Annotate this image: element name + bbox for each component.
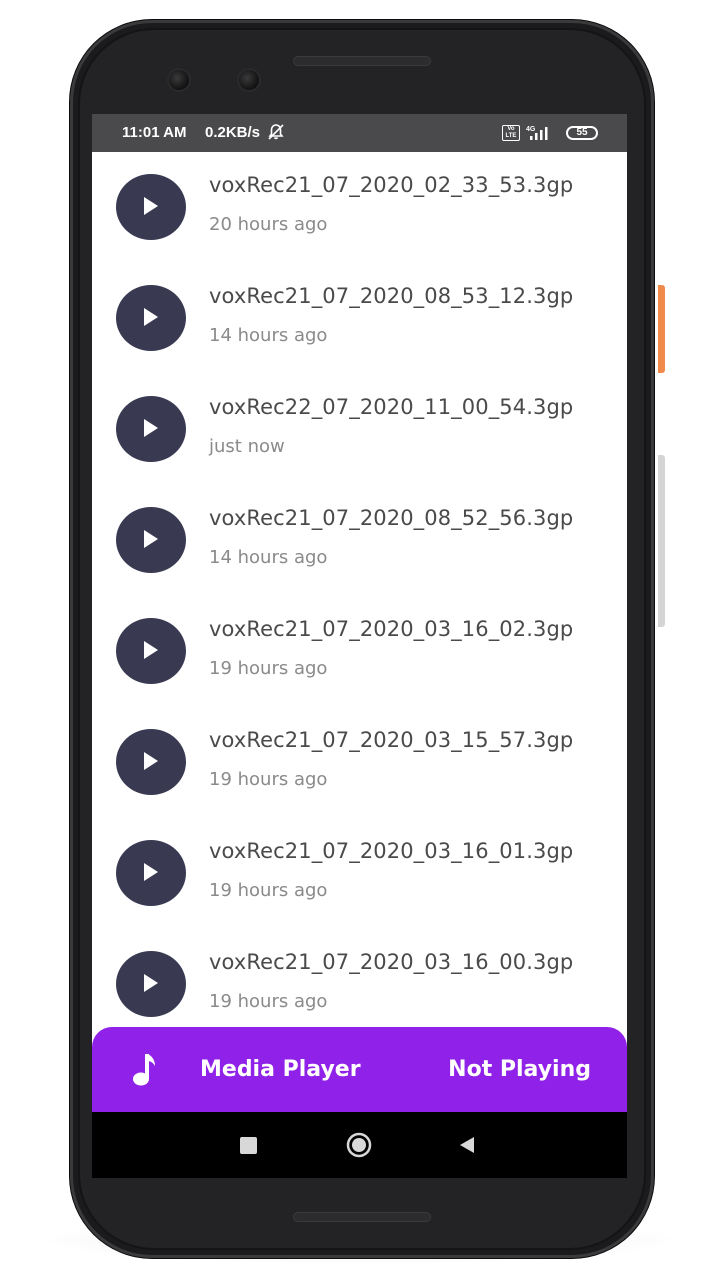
play-icon	[144, 197, 158, 215]
play-icon	[144, 308, 158, 326]
volte-icon: Vo LTE	[502, 125, 520, 141]
play-icon	[144, 641, 158, 659]
list-item[interactable]: voxRec21_07_2020_03_16_00.3gp 19 hours a…	[92, 929, 627, 1040]
list-item[interactable]: voxRec21_07_2020_02_33_53.3gp 20 hours a…	[92, 152, 627, 263]
notifications-off-icon	[267, 123, 285, 145]
signal-icon: 4G	[526, 124, 552, 146]
list-item[interactable]: voxRec21_07_2020_03_16_02.3gp 19 hours a…	[92, 596, 627, 707]
list-item[interactable]: voxRec21_07_2020_03_16_01.3gp 19 hours a…	[92, 818, 627, 929]
network-type-label: 4G	[526, 126, 536, 133]
play-button[interactable]	[116, 396, 186, 462]
recording-time: 19 hours ago	[209, 880, 328, 901]
music-note-icon	[131, 1052, 159, 1090]
bottom-speaker	[293, 1212, 431, 1222]
power-button	[658, 285, 665, 373]
play-button[interactable]	[116, 507, 186, 573]
recording-title: voxRec21_07_2020_08_52_56.3gp	[209, 506, 574, 530]
play-button[interactable]	[116, 840, 186, 906]
earpiece-speaker	[293, 56, 431, 66]
recording-title: voxRec21_07_2020_03_16_02.3gp	[209, 617, 574, 641]
playback-status: Not Playing	[448, 1057, 591, 1082]
recents-square-icon[interactable]	[240, 1137, 257, 1154]
recording-title: voxRec21_07_2020_03_16_01.3gp	[209, 839, 574, 863]
recording-title: voxRec21_07_2020_08_53_12.3gp	[209, 284, 574, 308]
recording-time: 14 hours ago	[209, 547, 328, 568]
play-button[interactable]	[116, 285, 186, 351]
play-button[interactable]	[116, 729, 186, 795]
recording-time: 19 hours ago	[209, 658, 328, 679]
recordings-list: voxRec21_07_2020_02_33_53.3gp 20 hours a…	[92, 152, 627, 1040]
front-sensor-icon	[239, 70, 259, 90]
home-circle-icon[interactable]	[346, 1132, 372, 1158]
media-player-bar[interactable]: Media Player Not Playing	[92, 1027, 627, 1112]
navigation-bar	[92, 1112, 627, 1178]
volume-button	[658, 455, 665, 627]
front-camera-icon	[169, 70, 189, 90]
recording-title: voxRec22_07_2020_11_00_54.3gp	[209, 395, 574, 419]
status-time: 11:01 AM	[122, 124, 187, 141]
recording-title: voxRec21_07_2020_03_15_57.3gp	[209, 728, 574, 752]
recording-time: 14 hours ago	[209, 325, 328, 346]
status-bar: 11:01 AM 0.2KB/s Vo LTE 4G 55	[92, 114, 627, 152]
play-button[interactable]	[116, 174, 186, 240]
status-network-speed: 0.2KB/s	[205, 124, 261, 141]
play-button[interactable]	[116, 951, 186, 1017]
recording-time: just now	[209, 436, 285, 457]
list-item[interactable]: voxRec21_07_2020_03_15_57.3gp 19 hours a…	[92, 707, 627, 818]
play-icon	[144, 419, 158, 437]
recording-time: 19 hours ago	[209, 991, 328, 1012]
battery-icon: 55	[566, 126, 598, 140]
play-icon	[144, 974, 158, 992]
app-screen: 11:01 AM 0.2KB/s Vo LTE 4G 55 voxRec21_0…	[92, 114, 627, 1178]
list-item[interactable]: voxRec21_07_2020_08_52_56.3gp 14 hours a…	[92, 485, 627, 596]
recording-time: 20 hours ago	[209, 214, 328, 235]
recording-time: 19 hours ago	[209, 769, 328, 790]
play-button[interactable]	[116, 618, 186, 684]
play-icon	[144, 752, 158, 770]
play-icon	[144, 863, 158, 881]
recording-title: voxRec21_07_2020_03_16_00.3gp	[209, 950, 574, 974]
play-icon	[144, 530, 158, 548]
list-item[interactable]: voxRec22_07_2020_11_00_54.3gp just now	[92, 374, 627, 485]
recording-title: voxRec21_07_2020_02_33_53.3gp	[209, 173, 574, 197]
back-triangle-icon[interactable]	[458, 1136, 476, 1158]
list-item[interactable]: voxRec21_07_2020_08_53_12.3gp 14 hours a…	[92, 263, 627, 374]
media-player-label: Media Player	[200, 1057, 361, 1082]
